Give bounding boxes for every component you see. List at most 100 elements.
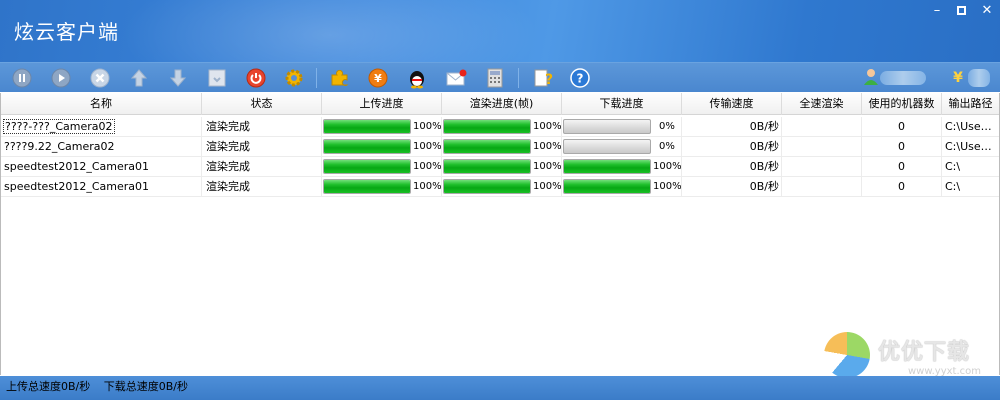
render-progress-cell: 100%	[442, 177, 562, 197]
plugin-button[interactable]	[329, 67, 351, 89]
upload-progress-bar	[323, 139, 411, 154]
recharge-yen-icon: ¥	[368, 68, 388, 88]
task-name-cell: ????-???_Camera02	[1, 117, 202, 137]
toolbar-separator	[316, 68, 317, 88]
upload-progress-percent: 100%	[413, 121, 442, 132]
maximize-button[interactable]	[950, 2, 972, 20]
svg-text:?: ?	[545, 72, 553, 88]
task-name: ????-???_Camera02	[3, 119, 115, 134]
power-button[interactable]	[245, 67, 267, 89]
render-progress-percent: 100%	[533, 121, 562, 132]
qq-button[interactable]	[406, 67, 428, 89]
transfer-speed: 0B/秒	[682, 177, 782, 197]
status-bar: 上传总速度0B/秒 下载总速度0B/秒	[0, 376, 1000, 400]
render-progress-cell: 100%	[442, 157, 562, 177]
fullspeed-render	[782, 157, 862, 177]
upload-progress-fill	[324, 180, 410, 193]
watermark-text: 优优下载	[878, 340, 971, 365]
download-progress-percent: 0%	[659, 141, 675, 152]
fullspeed-render	[782, 117, 862, 137]
qq-icon	[410, 71, 424, 89]
settings-button[interactable]	[283, 67, 305, 89]
task-name: speedtest2012_Camera01	[4, 180, 150, 193]
move-down-icon	[169, 69, 187, 87]
fullspeed-render	[782, 137, 862, 157]
upload-progress-fill	[324, 140, 410, 153]
title-bar: 炫云客户端 – ✕	[0, 0, 1000, 62]
column-header-render[interactable]: 渲染进度(帧)	[442, 93, 562, 115]
machines-used: 0	[862, 177, 942, 197]
download-progress-bar	[563, 139, 651, 154]
upload-progress-percent: 100%	[413, 181, 442, 192]
upload-progress-fill	[324, 120, 410, 133]
help-doc-icon: ?	[534, 69, 553, 88]
upload-progress-bar	[323, 179, 411, 194]
machines-used: 0	[862, 117, 942, 137]
about-icon: ?	[570, 68, 590, 88]
task-status: 渲染完成	[202, 117, 322, 137]
maximize-icon	[956, 6, 966, 15]
move-up-button[interactable]	[128, 67, 150, 89]
column-header-status[interactable]: 状态	[202, 93, 322, 115]
download-total-speed: 下载总速度0B/秒	[103, 380, 189, 393]
task-name: speedtest2012_Camera01	[4, 160, 150, 173]
column-header-upload[interactable]: 上传进度	[322, 93, 442, 115]
download-button[interactable]	[206, 67, 228, 89]
output-path: C:\	[945, 160, 961, 173]
column-header-machines[interactable]: 使用的机器数	[862, 93, 942, 115]
table-row[interactable]: ????-???_Camera02 渲染完成 100% 100% 0% 0B/秒 0 C:\U…	[1, 117, 999, 137]
recharge-button[interactable]: ¥	[367, 67, 389, 89]
render-progress-bar	[443, 139, 531, 154]
transfer-speed: 0B/秒	[682, 137, 782, 157]
calculator-button[interactable]	[484, 67, 506, 89]
message-button[interactable]	[445, 67, 467, 89]
upload-progress-bar	[323, 159, 411, 174]
power-icon	[246, 68, 266, 88]
cancel-button[interactable]	[89, 67, 111, 89]
column-header-output-path[interactable]: 输出路径	[942, 93, 999, 115]
output-path: C:\Use…	[945, 140, 992, 153]
pause-button[interactable]	[11, 67, 33, 89]
pause-icon	[12, 68, 32, 88]
watermark-logo-icon	[824, 332, 870, 378]
start-button[interactable]	[50, 67, 72, 89]
calculator-icon	[487, 68, 503, 88]
column-header-download[interactable]: 下载进度	[562, 93, 682, 115]
toolbar: ¥ ? ? ¥	[0, 62, 1000, 92]
minimize-button[interactable]: –	[926, 2, 948, 20]
svg-text:¥: ¥	[953, 70, 963, 86]
table-row[interactable]: speedtest2012_Camera01 渲染完成 100% 100% 100% 0B…	[1, 157, 999, 177]
column-header-name[interactable]: 名称	[1, 93, 202, 115]
upload-progress-percent: 100%	[413, 141, 442, 152]
column-header-speed[interactable]: 传输速度	[682, 93, 782, 115]
plugin-icon	[331, 69, 349, 86]
about-button[interactable]: ?	[569, 67, 591, 89]
balance-redacted	[968, 69, 990, 87]
toolbar-separator	[518, 68, 519, 88]
column-header-fullspeed[interactable]: 全速渲染	[782, 93, 862, 115]
user-icon	[864, 69, 878, 85]
app-title: 炫云客户端	[14, 20, 119, 44]
render-progress-bar	[443, 119, 531, 134]
help-doc-button[interactable]: ?	[531, 67, 553, 89]
table-row[interactable]: speedtest2012_Camera01 渲染完成 100% 100% 100% 0B…	[1, 177, 999, 197]
download-progress-percent: 0%	[659, 121, 675, 132]
task-name: ????9.22_Camera02	[4, 140, 115, 153]
render-progress-cell: 100%	[442, 137, 562, 157]
fullspeed-render	[782, 177, 862, 197]
move-up-icon	[130, 69, 148, 87]
upload-progress-fill	[324, 160, 410, 173]
table-row[interactable]: ????9.22_Camera02 渲染完成 100% 100% 0% 0B/秒 0 C:\U…	[1, 137, 999, 157]
yen-icon: ¥	[953, 70, 963, 86]
transfer-speed: 0B/秒	[682, 157, 782, 177]
task-name-cell: speedtest2012_Camera01	[1, 157, 202, 177]
render-progress-fill	[444, 120, 530, 133]
close-button[interactable]: ✕	[976, 2, 998, 20]
machines-used: 0	[862, 137, 942, 157]
svg-text:¥: ¥	[374, 72, 382, 85]
render-progress-fill	[444, 140, 530, 153]
upload-progress-percent: 100%	[413, 161, 442, 172]
render-progress-cell: 100%	[442, 117, 562, 137]
upload-progress-bar	[323, 119, 411, 134]
move-down-button[interactable]	[167, 67, 189, 89]
